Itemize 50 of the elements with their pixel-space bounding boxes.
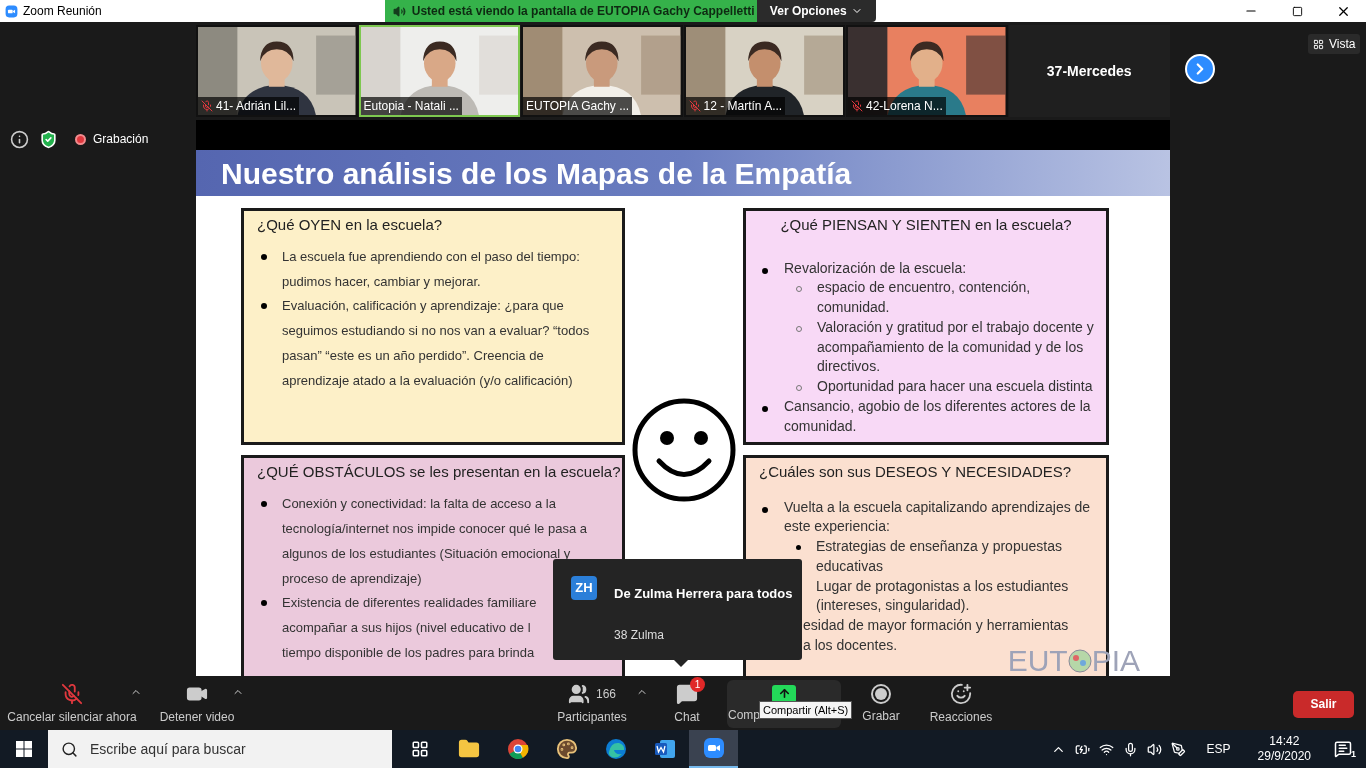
card-text: espacio de encuentro, contención, [817,278,1031,298]
card-text: La escuela fue aprendiendo con el paso del tiempo: [282,248,580,264]
card-text: directivos. [817,357,881,377]
card-heading: ¿Cuáles son sus DESEOS Y NECESIDADES? [759,462,1072,482]
name-label: 12 - Martín A... [685,97,786,115]
card-text: Vuelta a la escuela capitalizando aprendizajes de [784,497,1091,517]
card-text: comunidad. [784,416,857,436]
card-heading: ¿QUÉ OBSTÁCULOS se les presentan en la escuela? [257,462,621,482]
card-text: Existencia de diferentes realidades familiare [282,595,537,610]
card-text: acompañamiento de la comunidad y de los [817,337,1084,357]
card-text: (intereses, singularidad). [816,596,970,616]
card-heading: ¿Qué PIENSAN Y SIENTEN en la escuela? [780,215,1072,235]
card-text: a los docentes. [803,636,898,656]
card-text: Valoración y gratitud por el trabajo docente y [817,317,1094,337]
chat-sender: De Zulma Herrera para todos [614,585,793,603]
name-label: EUTOPIA Gachy ... [523,97,633,115]
card-text: aprendizaje atado a la evaluación (y/o calificación) [282,373,573,388]
card-text: proceso de aprendizaje) [282,570,422,586]
name-label: 41- Adrián Lil... [198,97,300,115]
card-text: Lugar de protagonistas a los estudiantes [816,576,1069,596]
card-text: Revalorización de la escuela: [784,258,967,278]
card-heading: ¿Qué OYEN en la escuela? [257,215,443,235]
card-text: tecnología/internet nos impide conocer qué le pasa a [282,520,587,536]
card-text: este experiencia: [784,517,890,537]
recording-indicator: Grabación [72,128,152,150]
card-text: pasan” “este es un año perdido”. Creencia de [282,348,544,363]
participant-count: 166 [596,685,616,703]
card-text: educativas [816,556,883,576]
card-text: Estrategias de enseñanza y propuestas [816,537,1062,557]
card-text: Conexión y conectividad: la falta de acceso a la [282,495,556,511]
card-text: Evaluación, calificación y aprendizaje: ¿para que [282,298,564,313]
notification-count: 1 [1351,747,1356,761]
card-text: Cansancio, agobio de los diferentes actores de la [784,397,1091,417]
tooltip: Compartir (Alt+S) [759,701,853,719]
name-label: 42-Lorena N... [848,97,946,115]
card-text: pudimos hacer, cambiar y mejorar. [282,273,481,289]
card-text: tiempo disponible de los padres para brinda [282,645,535,660]
slide-title: Nuestro análisis de los Mapas de la Empatía [221,155,852,192]
unread-badge: 1 [690,676,705,692]
window-title: Zoom Reunión [23,3,102,20]
card-text: acompañar a sus hijos (nivel educativo de l [282,620,531,635]
avatar-initials: ZH [571,576,597,600]
card-text: esidad de mayor formación y herramientas [803,616,1069,636]
name-label: Eutopia - Natali ... [360,97,462,115]
card-text: comunidad. [817,298,890,318]
chat-message: 38 Zulma [614,627,665,644]
participant-name: 37-Mercedes [1046,61,1132,81]
card-text: Oportunidad para hacer una escuela distinta [817,377,1093,397]
share-banner: Usted está viendo la pantalla de EUTOPIA Gachy Cappelletti [384,0,757,22]
card-text: seguimos estudiando si no nos van a evaluar? “todos [282,323,590,338]
